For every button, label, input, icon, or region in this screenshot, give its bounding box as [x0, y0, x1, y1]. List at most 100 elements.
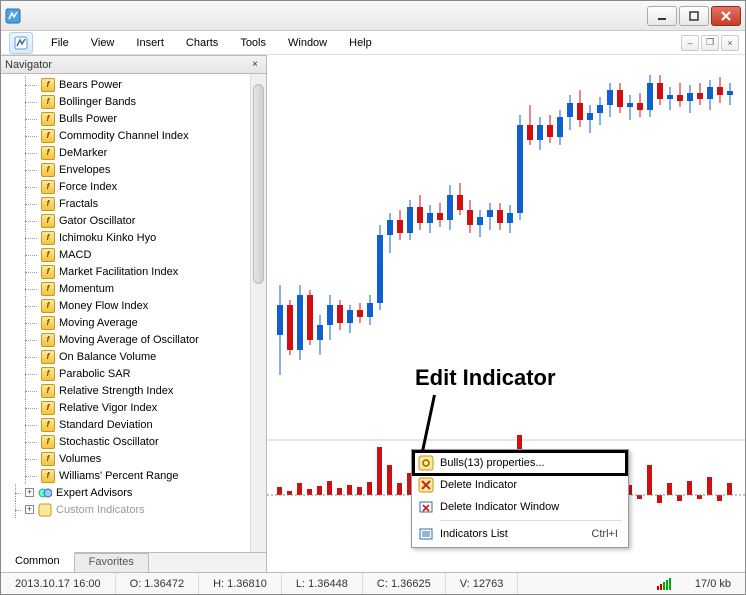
- status-time: 2013.10.17 16:00: [1, 573, 116, 594]
- indicator-label: Moving Average: [59, 317, 138, 329]
- expand-icon[interactable]: +: [25, 505, 34, 514]
- navigator-tree[interactable]: fBears PowerfBollinger BandsfBulls Power…: [1, 74, 250, 552]
- indicator-item[interactable]: fBollinger Bands: [5, 93, 250, 110]
- indicator-item[interactable]: fBears Power: [5, 76, 250, 93]
- menubar: File View Insert Charts Tools Window Hel…: [1, 31, 745, 55]
- function-icon: f: [41, 452, 55, 466]
- menu-item-indicators-list[interactable]: Indicators List Ctrl+I: [414, 523, 626, 545]
- expert-advisors-icon: [38, 486, 52, 500]
- tab-favorites[interactable]: Favorites: [75, 553, 149, 572]
- scrollbar-thumb[interactable]: [253, 84, 264, 284]
- status-volume: V: 12763: [446, 573, 519, 594]
- mdi-minimize-button[interactable]: –: [681, 35, 699, 51]
- custom-indicators-node[interactable]: +Custom Indicators: [5, 501, 250, 518]
- indicator-item[interactable]: f Standard Deviation: [5, 416, 250, 433]
- function-icon: f: [41, 163, 55, 177]
- indicator-item[interactable]: f Moving Average of Oscillator: [5, 331, 250, 348]
- indicator-item[interactable]: fStochastic Oscillator: [5, 433, 250, 450]
- indicator-label: Bulls Power: [59, 113, 117, 125]
- menu-file[interactable]: File: [41, 34, 79, 52]
- indicator-item[interactable]: fForce Index: [5, 178, 250, 195]
- menu-tools[interactable]: Tools: [230, 34, 276, 52]
- indicator-item[interactable]: fMarket Facilitation Index: [5, 263, 250, 280]
- app-menu-icon[interactable]: [9, 32, 33, 54]
- indicator-item[interactable]: fFractals: [5, 195, 250, 212]
- menu-item-indicators-list-label: Indicators List: [440, 528, 508, 540]
- indicator-item[interactable]: f DeMarker: [5, 144, 250, 161]
- indicator-item[interactable]: fVolumes: [5, 450, 250, 467]
- mdi-restore-button[interactable]: ❐: [701, 35, 719, 51]
- window-maximize-button[interactable]: [679, 6, 709, 26]
- window-minimize-button[interactable]: [647, 6, 677, 26]
- indicator-label: Market Facilitation Index: [59, 266, 178, 278]
- indicator-item[interactable]: fRelative Vigor Index: [5, 399, 250, 416]
- navigator-header: Navigator ×: [1, 56, 266, 74]
- indicator-item[interactable]: fIchimoku Kinko Hyo: [5, 229, 250, 246]
- navigator-scrollbar[interactable]: [250, 74, 266, 552]
- navigator-tabs: Common Favorites: [1, 552, 266, 572]
- menu-item-delete-window-label: Delete Indicator Window: [440, 501, 559, 513]
- statusbar: 2013.10.17 16:00 O: 1.36472 H: 1.36810 L…: [1, 572, 745, 594]
- indicator-label: Relative Strength Index: [59, 385, 173, 397]
- indicator-context-menu: Bulls(13) properties... Delete Indicator…: [411, 449, 629, 548]
- indicator-item[interactable]: fGator Oscillator: [5, 212, 250, 229]
- menu-view[interactable]: View: [81, 34, 125, 52]
- indicator-label: Commodity Channel Index: [59, 130, 189, 142]
- indicator-item[interactable]: f Moving Average: [5, 314, 250, 331]
- function-icon: f: [41, 435, 55, 449]
- menu-item-properties[interactable]: Bulls(13) properties...: [414, 452, 626, 474]
- menu-item-delete-indicator[interactable]: Delete Indicator: [414, 474, 626, 496]
- mdi-buttons: – ❐ ×: [681, 35, 745, 51]
- delete-indicator-icon: [418, 477, 434, 493]
- function-icon: f: [41, 180, 55, 194]
- indicator-label: Gator Oscillator: [59, 215, 135, 227]
- mdi-close-button[interactable]: ×: [721, 35, 739, 51]
- indicator-item[interactable]: fBulls Power: [5, 110, 250, 127]
- function-icon: f: [41, 469, 55, 483]
- indicator-item[interactable]: fMoney Flow Index: [5, 297, 250, 314]
- app-icon: [5, 8, 21, 24]
- expert-advisors-node[interactable]: +Expert Advisors: [5, 484, 250, 501]
- indicator-label: Envelopes: [59, 164, 110, 176]
- menu-help[interactable]: Help: [339, 34, 382, 52]
- status-open: O: 1.36472: [116, 573, 199, 594]
- navigator-close-button[interactable]: ×: [248, 58, 262, 72]
- indicator-item[interactable]: f Envelopes: [5, 161, 250, 178]
- properties-icon: [418, 455, 434, 471]
- status-low: L: 1.36448: [282, 573, 363, 594]
- indicator-item[interactable]: fRelative Strength Index: [5, 382, 250, 399]
- menu-window[interactable]: Window: [278, 34, 337, 52]
- function-icon: f: [41, 350, 55, 364]
- expand-icon[interactable]: +: [25, 488, 34, 497]
- indicator-item[interactable]: fMomentum: [5, 280, 250, 297]
- function-icon: f: [41, 146, 55, 160]
- delete-window-icon: [418, 499, 434, 515]
- indicator-item[interactable]: f On Balance Volume: [5, 348, 250, 365]
- indicator-item[interactable]: f Williams' Percent Range: [5, 467, 250, 484]
- indicator-label: Money Flow Index: [59, 300, 148, 312]
- window-titlebar: [1, 1, 745, 31]
- indicator-label: Moving Average of Oscillator: [59, 334, 199, 346]
- indicator-label: Standard Deviation: [59, 419, 153, 431]
- indicator-label: Bears Power: [59, 79, 122, 91]
- status-close: C: 1.36625: [363, 573, 446, 594]
- indicator-label: Ichimoku Kinko Hyo: [59, 232, 156, 244]
- indicator-item[interactable]: fCommodity Channel Index: [5, 127, 250, 144]
- menu-insert[interactable]: Insert: [126, 34, 174, 52]
- menu-item-delete-window[interactable]: Delete Indicator Window: [414, 496, 626, 518]
- indicator-item[interactable]: fMACD: [5, 246, 250, 263]
- indicator-label: DeMarker: [59, 147, 107, 159]
- indicator-item[interactable]: fParabolic SAR: [5, 365, 250, 382]
- indicator-label: On Balance Volume: [59, 351, 156, 363]
- indicator-label: Williams' Percent Range: [59, 470, 178, 482]
- connection-bars-icon: [647, 578, 681, 590]
- function-icon: f: [41, 316, 55, 330]
- indicator-label: MACD: [59, 249, 91, 261]
- tab-common[interactable]: Common: [1, 552, 75, 572]
- menu-item-delete-indicator-label: Delete Indicator: [440, 479, 517, 491]
- menu-charts[interactable]: Charts: [176, 34, 228, 52]
- function-icon: f: [41, 418, 55, 432]
- window-close-button[interactable]: [711, 6, 741, 26]
- function-icon: f: [41, 333, 55, 347]
- annotation-label: Edit Indicator: [415, 365, 556, 391]
